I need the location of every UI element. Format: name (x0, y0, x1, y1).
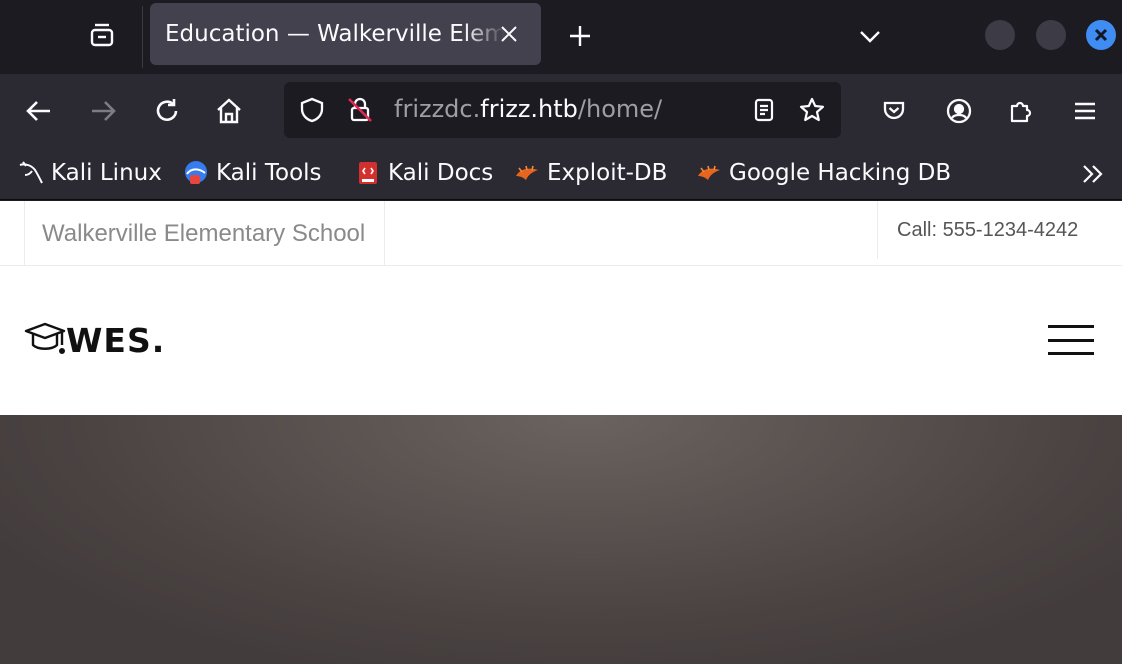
home-icon[interactable] (208, 90, 250, 132)
url-domain: frizz.htb (480, 95, 578, 123)
new-tab-plus-icon[interactable] (560, 16, 600, 56)
bookmarks-overflow-chevron-icon[interactable] (1076, 157, 1110, 191)
back-arrow-icon[interactable] (18, 90, 60, 132)
bookmark-kali-docs[interactable]: Kali Docs (355, 156, 493, 190)
window-close-button[interactable] (1086, 20, 1116, 50)
tab-title: Education — Walkerville Elementary Schoo… (165, 21, 505, 47)
window-maximize-button[interactable] (1036, 20, 1066, 50)
bookmark-label: Kali Linux (51, 160, 162, 186)
bookmark-label: Kali Docs (388, 160, 494, 186)
tab-separator (142, 6, 143, 68)
url-bar[interactable]: frizzdc.frizz.htb/home/ (284, 82, 841, 138)
logo-text: WES. (66, 320, 166, 360)
ghdb-icon (696, 160, 722, 186)
bookmark-label: Kali Tools (216, 160, 322, 186)
tab-list-icon[interactable] (82, 16, 122, 54)
url-text[interactable]: frizzdc.frizz.htb/home/ (394, 95, 662, 123)
exploit-db-icon (514, 160, 540, 186)
close-icon (1094, 28, 1108, 42)
kali-tools-icon (183, 160, 209, 186)
graduation-cap-icon (22, 319, 68, 361)
bookmark-google-hacking-db[interactable]: Google Hacking DB (696, 156, 951, 190)
bookmark-label: Google Hacking DB (729, 160, 952, 186)
account-icon[interactable] (938, 90, 980, 132)
bookmark-kali-linux[interactable]: Kali Linux (18, 156, 162, 190)
site-top-bar: Walkerville Elementary School Call: 555-… (0, 201, 1122, 266)
shield-icon[interactable] (296, 94, 328, 126)
chevron-down-icon[interactable] (850, 16, 890, 56)
tab-active[interactable]: Education — Walkerville Elementary Schoo… (150, 3, 541, 65)
bookmark-label: Exploit-DB (547, 160, 668, 186)
phone-number[interactable]: Call: 555-1234-4242 (897, 219, 1078, 242)
site-logo[interactable]: WES. (22, 319, 165, 361)
app-menu-icon[interactable] (1064, 90, 1106, 132)
site-header: WES. (0, 267, 1122, 415)
kali-docs-icon (355, 160, 381, 186)
bookmark-kali-tools[interactable]: Kali Tools (183, 156, 322, 190)
bookmark-star-icon[interactable] (796, 94, 828, 126)
bookmark-exploit-db[interactable]: Exploit-DB (514, 156, 667, 190)
hamburger-menu-icon[interactable] (1048, 323, 1096, 357)
web-page: Walkerville Elementary School Call: 555-… (0, 201, 1122, 664)
tab-close-icon[interactable] (495, 20, 523, 48)
hero-banner (0, 415, 1122, 664)
forward-arrow-icon[interactable] (82, 90, 124, 132)
kali-dragon-icon (18, 160, 44, 186)
reader-mode-icon[interactable] (748, 94, 780, 126)
bookmarks-toolbar: Kali Linux Kali Tools Kali Docs Exploit-… (0, 147, 1122, 200)
navigation-toolbar: frizzdc.frizz.htb/home/ (0, 74, 1122, 147)
extensions-puzzle-icon[interactable] (1000, 90, 1042, 132)
insecure-lock-icon[interactable] (344, 94, 376, 126)
phone-cell: Call: 555-1234-4242 (877, 201, 1122, 259)
pocket-icon[interactable] (873, 90, 915, 132)
url-path: /home/ (577, 95, 663, 123)
window-minimize-button[interactable] (985, 20, 1015, 50)
tab-strip: Education — Walkerville Elementary Schoo… (0, 0, 1122, 74)
url-prefix: frizzdc. (394, 95, 481, 123)
reload-icon[interactable] (146, 90, 188, 132)
school-name: Walkerville Elementary School (42, 219, 366, 247)
school-name-cell: Walkerville Elementary School (24, 201, 385, 266)
